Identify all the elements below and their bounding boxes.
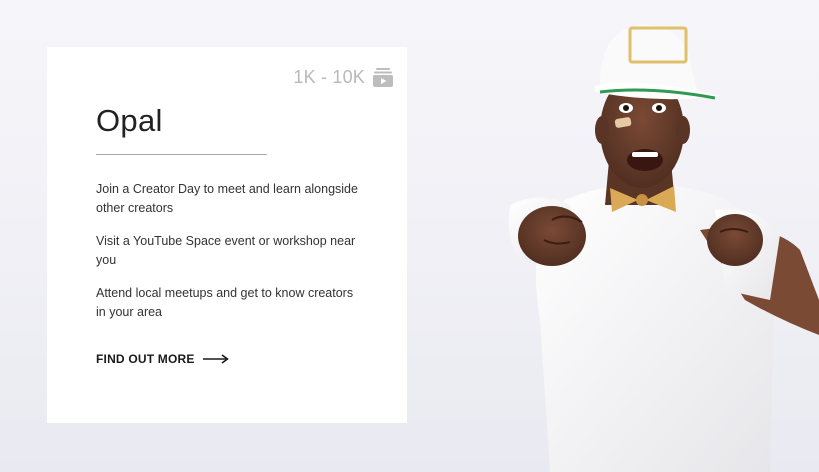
creator-photo [508, 24, 819, 472]
benefit-item: Visit a YouTube Space event or workshop … [96, 234, 356, 267]
title-divider [96, 154, 267, 155]
tier-title: Opal [96, 103, 163, 138]
tier-range: 1K - 10K [293, 67, 365, 87]
benefit-item: Join a Creator Day to meet and learn alo… [96, 182, 358, 215]
subscriptions-icon [373, 68, 393, 87]
benefit-list: Join a Creator Day to meet and learn alo… [96, 180, 366, 336]
find-out-more-link[interactable]: FIND OUT MORE [96, 352, 229, 366]
tier-card: 1K - 10K Opal Join a Creator Day to meet… [47, 47, 407, 423]
cta-label: FIND OUT MORE [96, 352, 195, 366]
benefit-item: Attend local meetups and get to know cre… [96, 286, 354, 319]
tier-badge: 1K - 10K [293, 67, 393, 88]
arrow-right-icon [202, 354, 229, 364]
